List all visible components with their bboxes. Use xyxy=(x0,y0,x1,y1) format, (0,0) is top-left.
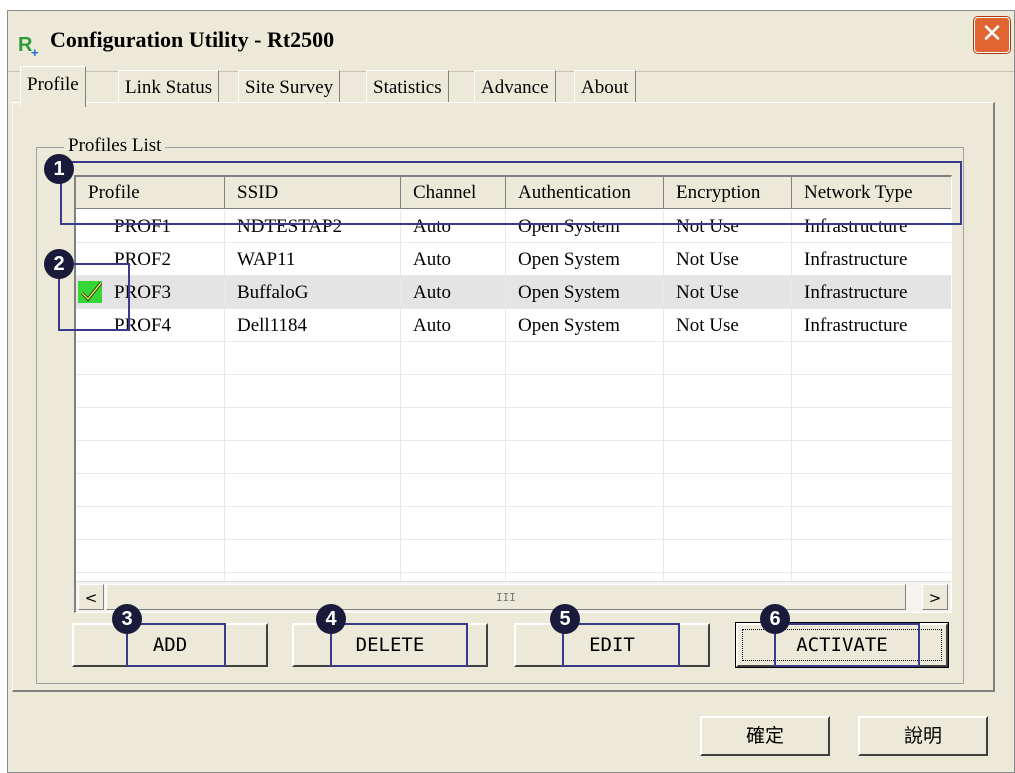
cell-channel: Auto xyxy=(401,210,506,243)
table-row[interactable]: PROF1 NDTESTAP2 Auto Open System Not Use… xyxy=(76,210,951,243)
empty-row xyxy=(76,441,951,474)
cell-authentication: Open System xyxy=(506,309,664,342)
cell-ssid: Dell1184 xyxy=(225,309,401,342)
table-row-active[interactable]: PROF3 BuffaloG Auto Open System Not Use … xyxy=(76,276,951,309)
cell-profile: PROF3 xyxy=(76,276,225,309)
app-icon-plus: + xyxy=(31,45,39,60)
tab-advance[interactable]: Advance xyxy=(474,70,556,105)
add-button[interactable]: ADD xyxy=(72,623,268,667)
column-header-ssid[interactable]: SSID xyxy=(225,177,401,209)
profiles-list-legend: Profiles List xyxy=(64,135,166,157)
table-header: Profile SSID Channel Authentication Encr… xyxy=(76,177,951,210)
cell-encryption: Not Use xyxy=(664,309,792,342)
profiles-table[interactable]: Profile SSID Channel Authentication Encr… xyxy=(74,175,952,613)
empty-row xyxy=(76,474,951,507)
scroll-right-icon[interactable]: > xyxy=(922,584,948,610)
column-header-channel[interactable]: Channel xyxy=(401,177,506,209)
empty-row xyxy=(76,540,951,573)
cell-authentication: Open System xyxy=(506,276,664,309)
callout-5: 5 xyxy=(550,604,580,634)
cell-encryption: Not Use xyxy=(664,276,792,309)
horizontal-scrollbar[interactable]: < III > xyxy=(76,581,951,612)
tab-link-status[interactable]: Link Status xyxy=(118,70,220,105)
app-icon: R + xyxy=(18,33,42,60)
scroll-left-icon[interactable]: < xyxy=(78,584,104,610)
cell-profile: PROF4 xyxy=(76,309,225,342)
callout-1: 1 xyxy=(44,154,74,184)
cell-profile: PROF1 xyxy=(76,210,225,243)
help-button[interactable]: 說明 xyxy=(858,716,988,756)
column-header-network-type[interactable]: Network Type xyxy=(792,177,951,209)
column-header-authentication[interactable]: Authentication xyxy=(506,177,664,209)
cell-encryption: Not Use xyxy=(664,243,792,276)
cell-authentication: Open System xyxy=(506,243,664,276)
title-bar: R + Configuration Utility - Rt2500 ✕ xyxy=(8,11,1014,72)
tab-profile[interactable]: Profile xyxy=(20,66,86,107)
scroll-thumb[interactable]: III xyxy=(106,584,906,610)
empty-row xyxy=(76,408,951,441)
empty-row xyxy=(76,375,951,408)
column-header-encryption[interactable]: Encryption xyxy=(664,177,792,209)
cell-authentication: Open System xyxy=(506,210,664,243)
callout-4: 4 xyxy=(316,604,346,634)
callout-3: 3 xyxy=(112,604,142,634)
callout-2: 2 xyxy=(44,249,74,279)
tab-about[interactable]: About xyxy=(574,70,636,105)
window-title: Configuration Utility - Rt2500 xyxy=(50,27,335,52)
cell-encryption: Not Use xyxy=(664,210,792,243)
empty-row xyxy=(76,342,951,375)
cell-ssid: NDTESTAP2 xyxy=(225,210,401,243)
tab-site-survey[interactable]: Site Survey xyxy=(238,70,341,105)
cell-ssid: WAP11 xyxy=(225,243,401,276)
cell-channel: Auto xyxy=(401,276,506,309)
tab-statistics[interactable]: Statistics xyxy=(366,70,449,105)
cell-network-type: Infrastructure xyxy=(792,309,951,342)
close-icon[interactable]: ✕ xyxy=(974,17,1010,53)
edit-button[interactable]: EDIT xyxy=(514,623,710,667)
table-row[interactable]: PROF4 Dell1184 Auto Open System Not Use … xyxy=(76,309,951,342)
cell-network-type: Infrastructure xyxy=(792,210,951,243)
cell-network-type: Infrastructure xyxy=(792,243,951,276)
cell-network-type: Infrastructure xyxy=(792,276,951,309)
column-header-profile[interactable]: Profile xyxy=(76,177,225,209)
cell-profile: PROF2 xyxy=(76,243,225,276)
cell-ssid: BuffaloG xyxy=(225,276,401,309)
empty-row xyxy=(76,507,951,540)
table-row[interactable]: PROF2 WAP11 Auto Open System Not Use Inf… xyxy=(76,243,951,276)
cell-channel: Auto xyxy=(401,309,506,342)
ok-button[interactable]: 確定 xyxy=(700,716,830,756)
cell-channel: Auto xyxy=(401,243,506,276)
callout-6: 6 xyxy=(760,604,790,634)
